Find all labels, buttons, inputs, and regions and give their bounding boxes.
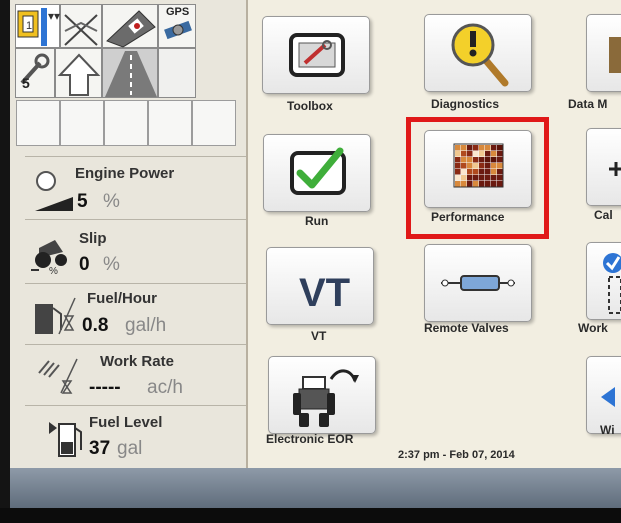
data-manager-label: Data M [568,97,608,111]
fuel-level-indicator[interactable]: Fuel Level 37 gal [25,405,246,468]
work-rate-label: Work Rate [100,353,174,370]
vt-app-button[interactable]: VT [266,247,374,325]
fuel-hour-unit: gal/h [125,315,167,336]
engine-power-unit: % [103,191,120,212]
gear-indicator-icon: 1 ▾▾ [17,8,60,46]
magnifier-warning-icon [451,23,509,87]
vt-icon: VT [299,271,350,315]
hitch-icon [64,14,98,46]
electronic-eor-label: Electronic EOR [266,432,354,446]
work-label: Work [578,321,608,335]
engine-power-icon [35,171,73,211]
data-manager-icon [609,37,621,73]
work-rate-unit: ac/h [147,377,183,398]
run-label: Run [305,214,329,228]
slip-indicator[interactable]: % Slip 0 % [25,219,246,283]
road-indicator[interactable] [102,48,158,98]
up-arrow-icon [57,53,101,96]
slip-label: Slip [79,230,107,247]
electronic-eor-app-button[interactable] [268,356,376,434]
work-rate-icon [38,358,78,394]
vt-label: VT [311,329,327,343]
svg-text:▾▾: ▾▾ [48,9,60,23]
slip-tractor-icon: % [31,240,67,277]
gps-indicator[interactable]: GPS [158,4,196,48]
work-rate-value: ----- [89,377,121,398]
gps-label: GPS [166,6,190,18]
shortcut-slot-4[interactable] [148,100,192,146]
fuel-gauge-icon [49,422,82,457]
shortcut-slot-1[interactable] [16,100,60,146]
toolbox-status[interactable]: 5 [15,48,55,98]
fuel-hour-indicator[interactable]: Fuel/Hour 0.8 gal/h [25,283,246,344]
shortcut-slot-2[interactable] [60,100,104,146]
svg-text:1: 1 [26,20,32,32]
status-slot-empty [158,48,196,98]
remote-valves-label: Remote Valves [424,321,509,335]
wi-label: Wi [600,423,615,437]
checkmark-icon [290,147,346,195]
data-manager-app-button[interactable] [586,14,621,92]
engine-power-value: 5 [77,191,88,212]
bottom-bar [10,468,621,508]
work-app-button[interactable] [586,242,621,320]
fuel-hour-label: Fuel/Hour [87,290,157,307]
fuel-level-unit: gal [117,438,143,459]
diagnostics-label: Diagnostics [431,97,500,111]
run-app-button[interactable] [263,134,371,212]
valve-cylinder-icon [441,275,515,291]
vt-icon-text: VT [299,271,350,315]
plus-icon [609,162,621,176]
gear-indicator[interactable]: 1 ▾▾ [15,4,60,48]
tool-count: 5 [22,75,30,91]
toolbox-app-button[interactable] [262,16,370,94]
fuel-pump-icon [35,297,76,335]
tractor-rotate-icon [293,369,359,427]
tractor-sign-icon [106,10,156,48]
slip-unit: % [103,254,120,275]
display-screen: 1 ▾▾ GPS 5 Engine Power 5 % % Slip 0 % F… [0,0,621,523]
status-pane: 1 ▾▾ GPS 5 Engine Power 5 % % Slip 0 % F… [10,0,246,468]
calibration-label: Cal [594,208,613,222]
diagnostics-app-button[interactable] [424,14,532,92]
fuel-level-value: 37 [89,438,111,459]
performance-highlight-box [406,117,549,239]
toolbox-icon [289,33,345,77]
bezel-bottom [0,508,621,523]
shortcut-slot-5[interactable] [192,100,236,146]
remote-valves-app-button[interactable] [424,244,532,322]
direction-indicator[interactable] [55,48,102,98]
svg-text:%: % [49,266,58,277]
fuel-level-label: Fuel Level [89,414,163,431]
wrench-icon [20,53,50,85]
engine-power-label: Engine Power [75,165,175,182]
hitch-indicator[interactable] [60,4,102,48]
tractor-sign-indicator[interactable] [102,4,158,48]
bezel-left [0,0,10,523]
slip-value: 0 [79,254,90,275]
shortcut-slot-3[interactable] [104,100,148,146]
date-time: 2:37 pm - Feb 07, 2014 [398,449,515,461]
work-icon [603,253,621,314]
road-icon [105,51,157,97]
work-rate-indicator[interactable]: Work Rate ----- ac/h [25,344,246,405]
calibration-app-button[interactable] [586,128,621,206]
toolbox-label: Toolbox [287,99,333,113]
fuel-hour-value: 0.8 [82,315,109,336]
engine-power-indicator[interactable]: Engine Power 5 % [25,156,246,219]
